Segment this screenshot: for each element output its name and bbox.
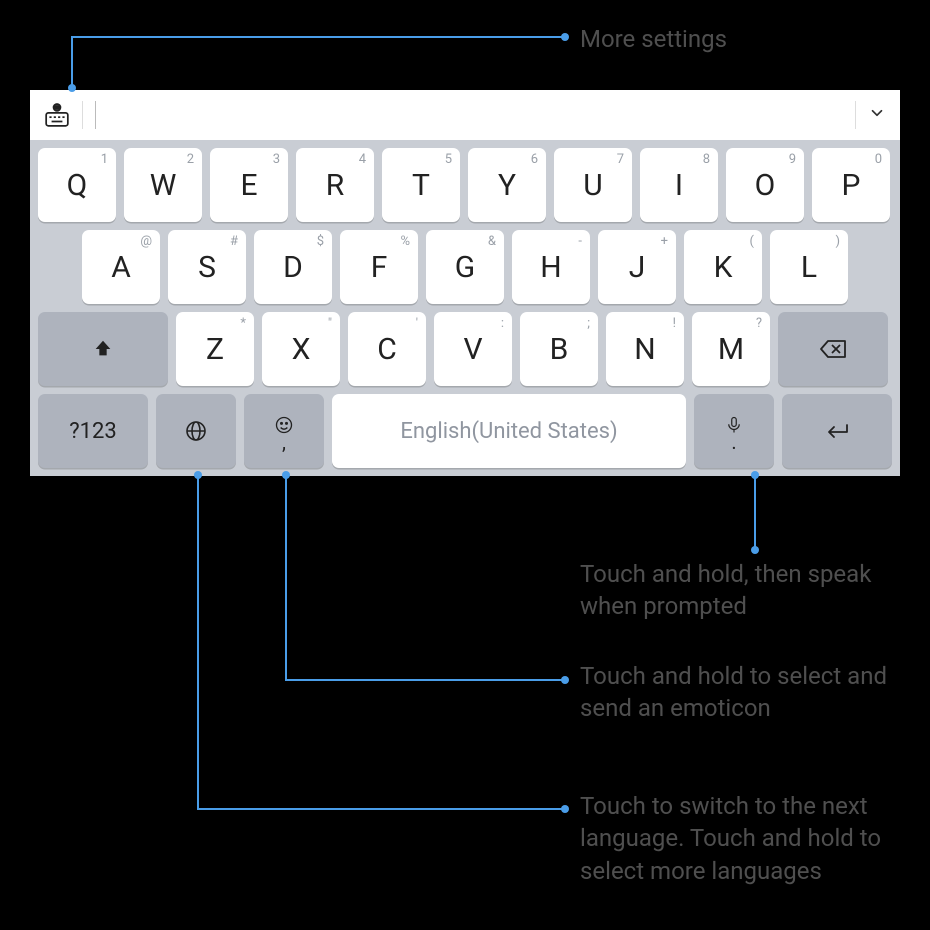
callout-endpoint-dot — [751, 546, 759, 554]
key-c[interactable]: 'C — [348, 312, 426, 386]
shift-icon — [92, 338, 114, 360]
key-emoticon[interactable]: , — [244, 394, 324, 468]
callout-endpoint-dot — [282, 471, 290, 479]
key-y[interactable]: 6Y — [468, 148, 546, 222]
keyboard-keys-area: 1Q 2W 3E 4R 5T 6Y 7U 8I 9O 0P @A #S $D %… — [30, 140, 900, 476]
key-d[interactable]: $D — [254, 230, 332, 304]
callout-line — [754, 475, 756, 550]
key-o[interactable]: 9O — [726, 148, 804, 222]
key-voice[interactable]: . — [694, 394, 774, 468]
key-z[interactable]: *Z — [176, 312, 254, 386]
callout-endpoint-dot — [561, 676, 569, 684]
key-i[interactable]: 8I — [640, 148, 718, 222]
enter-icon — [824, 422, 850, 440]
callout-emoticon: Touch and hold to select and send an emo… — [580, 660, 900, 725]
callout-speak: Touch and hold, then speak when prompted — [580, 558, 900, 623]
key-p[interactable]: 0P — [812, 148, 890, 222]
backspace-icon — [819, 339, 847, 359]
key-space[interactable]: English(United States) — [332, 394, 686, 468]
key-shift[interactable] — [38, 312, 168, 386]
collapse-keyboard-button[interactable] — [868, 104, 886, 126]
key-a[interactable]: @A — [82, 230, 160, 304]
key-s[interactable]: #S — [168, 230, 246, 304]
key-v[interactable]: :V — [434, 312, 512, 386]
key-e[interactable]: 3E — [210, 148, 288, 222]
key-t[interactable]: 5T — [382, 148, 460, 222]
keyboard-row-4: ?123 , — [38, 394, 892, 468]
callout-endpoint-dot — [194, 471, 202, 479]
callout-line — [71, 36, 73, 88]
callout-line — [197, 808, 565, 810]
keyboard-settings-icon[interactable] — [44, 102, 70, 128]
key-f[interactable]: %F — [340, 230, 418, 304]
callout-endpoint-dot — [68, 84, 76, 92]
text-cursor — [95, 101, 96, 129]
callout-endpoint-dot — [561, 33, 569, 41]
keyboard-panel: 1Q 2W 3E 4R 5T 6Y 7U 8I 9O 0P @A #S $D %… — [30, 90, 900, 476]
callout-language: Touch to switch to the next language. To… — [580, 790, 910, 887]
key-w[interactable]: 2W — [124, 148, 202, 222]
chevron-down-icon — [868, 104, 886, 122]
callout-line — [285, 475, 287, 679]
key-r[interactable]: 4R — [296, 148, 374, 222]
key-n[interactable]: !N — [606, 312, 684, 386]
callout-endpoint-dot — [561, 805, 569, 813]
keyboard-row-1: 1Q 2W 3E 4R 5T 6Y 7U 8I 9O 0P — [38, 148, 892, 222]
key-backspace[interactable] — [778, 312, 888, 386]
divider — [82, 101, 83, 129]
key-language[interactable] — [156, 394, 236, 468]
key-j[interactable]: +J — [598, 230, 676, 304]
key-numbers[interactable]: ?123 — [38, 394, 148, 468]
key-q[interactable]: 1Q — [38, 148, 116, 222]
callout-line — [285, 679, 565, 681]
key-x[interactable]: "X — [262, 312, 340, 386]
divider — [855, 101, 856, 129]
globe-icon — [184, 419, 208, 443]
key-g[interactable]: &G — [426, 230, 504, 304]
key-enter[interactable] — [782, 394, 892, 468]
keyboard-row-3: *Z "X 'C :V ;B !N ?M — [38, 312, 892, 386]
key-m[interactable]: ?M — [692, 312, 770, 386]
key-h[interactable]: -H — [512, 230, 590, 304]
key-b[interactable]: ;B — [520, 312, 598, 386]
key-l[interactable]: )L — [770, 230, 848, 304]
callout-more-settings: More settings — [580, 23, 727, 55]
key-u[interactable]: 7U — [554, 148, 632, 222]
keyboard-row-2: @A #S $D %F &G -H +J (K )L — [38, 230, 892, 304]
callout-endpoint-dot — [751, 471, 759, 479]
callout-line — [71, 36, 565, 38]
keyboard-top-bar — [30, 90, 900, 140]
key-k[interactable]: (K — [684, 230, 762, 304]
callout-line — [197, 475, 199, 808]
